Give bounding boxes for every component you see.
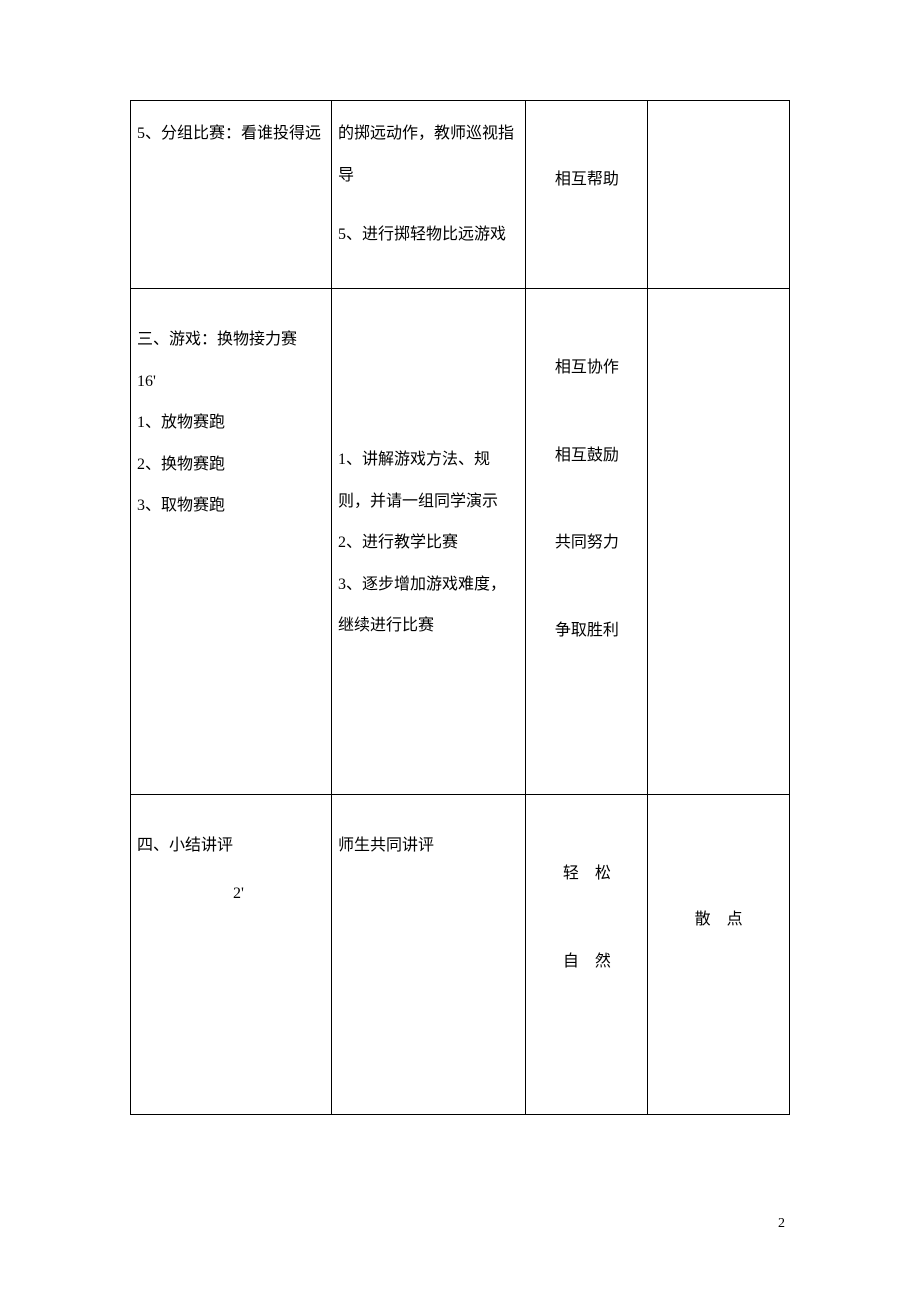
text: 3、逐步增加游戏难度，继续进行比赛: [338, 564, 519, 647]
spacer: [338, 807, 519, 825]
text: 散 点: [654, 899, 783, 941]
text: 2、进行教学比赛: [338, 522, 519, 564]
text: 相互鼓励: [532, 435, 641, 477]
table-row: 三、游戏：换物接力赛 16' 1、放物赛跑 2、换物赛跑 3、取物赛跑 1、讲解…: [131, 289, 790, 795]
text: 5、分组比赛：看谁投得远: [137, 113, 325, 155]
text: 相互协作: [532, 347, 641, 389]
spacer: [532, 113, 641, 159]
text: 的掷远动作，教师巡视指导: [338, 113, 519, 196]
text: 共同努力: [532, 522, 641, 564]
text: 轻 松: [532, 853, 641, 895]
text: 2': [137, 873, 325, 915]
spacer: [338, 393, 519, 439]
cell-r1-c3: 相互帮助: [526, 101, 648, 289]
spacer: [532, 301, 641, 347]
cell-r2-c3: 相互协作 相互鼓励 共同努力 争取胜利: [526, 289, 648, 795]
text: 1、放物赛跑: [137, 402, 325, 444]
text: 1、讲解游戏方法、规则，并请一组同学演示: [338, 439, 519, 522]
spacer: [137, 807, 325, 825]
text: 争取胜利: [532, 610, 641, 652]
spacer: [532, 389, 641, 435]
text: 2、换物赛跑: [137, 444, 325, 486]
spacer: [137, 301, 325, 319]
page-number: 2: [778, 1216, 785, 1232]
spacer: [338, 301, 519, 347]
spacer: [532, 895, 641, 941]
spacer: [532, 564, 641, 610]
spacer: [338, 196, 519, 214]
text: 自 然: [532, 941, 641, 983]
spacer: [532, 476, 641, 522]
text: 3、取物赛跑: [137, 485, 325, 527]
cell-r3-c2: 师生共同讲评: [331, 795, 525, 1115]
cell-r1-c1: 5、分组比赛：看谁投得远: [131, 101, 332, 289]
cell-r2-c2: 1、讲解游戏方法、规则，并请一组同学演示 2、进行教学比赛 3、逐步增加游戏难度…: [331, 289, 525, 795]
text: 四、小结讲评 2': [137, 825, 325, 914]
page: 5、分组比赛：看谁投得远 的掷远动作，教师巡视指导 5、进行掷轻物比远游戏 相互…: [0, 0, 920, 1195]
spacer: [654, 807, 783, 853]
spacer: [654, 853, 783, 899]
spacer: [532, 807, 641, 853]
cell-r3-c3: 轻 松 自 然: [526, 795, 648, 1115]
text: 16': [137, 361, 325, 403]
lesson-table: 5、分组比赛：看谁投得远 的掷远动作，教师巡视指导 5、进行掷轻物比远游戏 相互…: [130, 100, 790, 1115]
table-row: 5、分组比赛：看谁投得远 的掷远动作，教师巡视指导 5、进行掷轻物比远游戏 相互…: [131, 101, 790, 289]
cell-r2-c4: [648, 289, 790, 795]
text: 三、游戏：换物接力赛: [137, 319, 325, 361]
table-row: 四、小结讲评 2' 师生共同讲评 轻 松 自 然 散 点: [131, 795, 790, 1115]
spacer: [338, 347, 519, 393]
text: 四、小结讲评: [137, 837, 233, 854]
text: 师生共同讲评: [338, 825, 519, 867]
cell-r2-c1: 三、游戏：换物接力赛 16' 1、放物赛跑 2、换物赛跑 3、取物赛跑: [131, 289, 332, 795]
text: 5、进行掷轻物比远游戏: [338, 214, 519, 256]
text: 相互帮助: [532, 159, 641, 201]
cell-r3-c1: 四、小结讲评 2': [131, 795, 332, 1115]
cell-r1-c2: 的掷远动作，教师巡视指导 5、进行掷轻物比远游戏: [331, 101, 525, 289]
cell-r1-c4: [648, 101, 790, 289]
cell-r3-c4: 散 点: [648, 795, 790, 1115]
